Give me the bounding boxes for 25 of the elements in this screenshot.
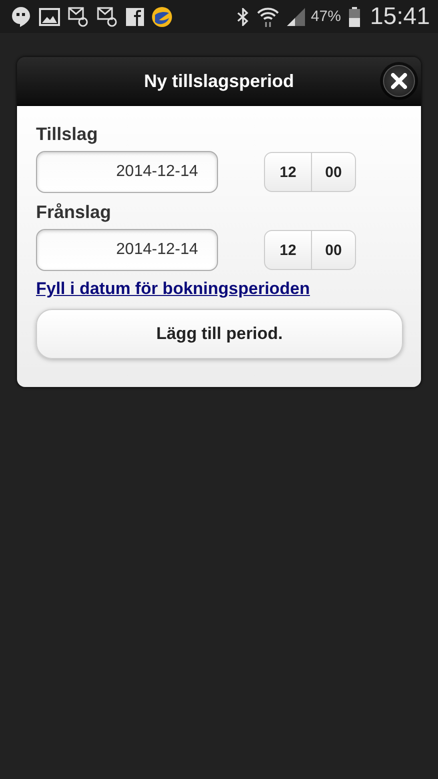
fill-dates-link[interactable]: Fyll i datum för bokningsperioden [36, 279, 310, 299]
minute-field[interactable]: 00 [312, 230, 356, 270]
social-app-icon [126, 8, 144, 26]
bluetooth-icon [236, 8, 249, 26]
image-icon [39, 8, 60, 26]
field-label: Tillslag [36, 123, 99, 145]
dialog-title: Ny tillslagsperiod [144, 70, 294, 92]
minute-field[interactable]: 00 [312, 152, 356, 192]
clock-time: 15:41 [370, 2, 430, 30]
close-button[interactable] [383, 65, 415, 97]
battery-percent: 47% [310, 8, 341, 25]
date-field[interactable]: 2014-12-14 [36, 229, 218, 271]
hour-field[interactable]: 12 [264, 152, 312, 192]
chat-bubble-icon [11, 6, 31, 27]
field-label: Frånslag [36, 201, 112, 223]
hour-field[interactable]: 12 [264, 230, 312, 270]
signal-icon [286, 8, 305, 26]
wifi-icon [256, 6, 279, 26]
add-period-button[interactable]: Lägg till period. [36, 309, 403, 359]
app-logo-icon [152, 6, 172, 26]
close-icon [391, 73, 407, 89]
battery-icon [348, 6, 360, 26]
email-icon [68, 6, 89, 26]
date-field[interactable]: 2014-12-14 [36, 151, 218, 193]
email-icon [97, 6, 118, 26]
